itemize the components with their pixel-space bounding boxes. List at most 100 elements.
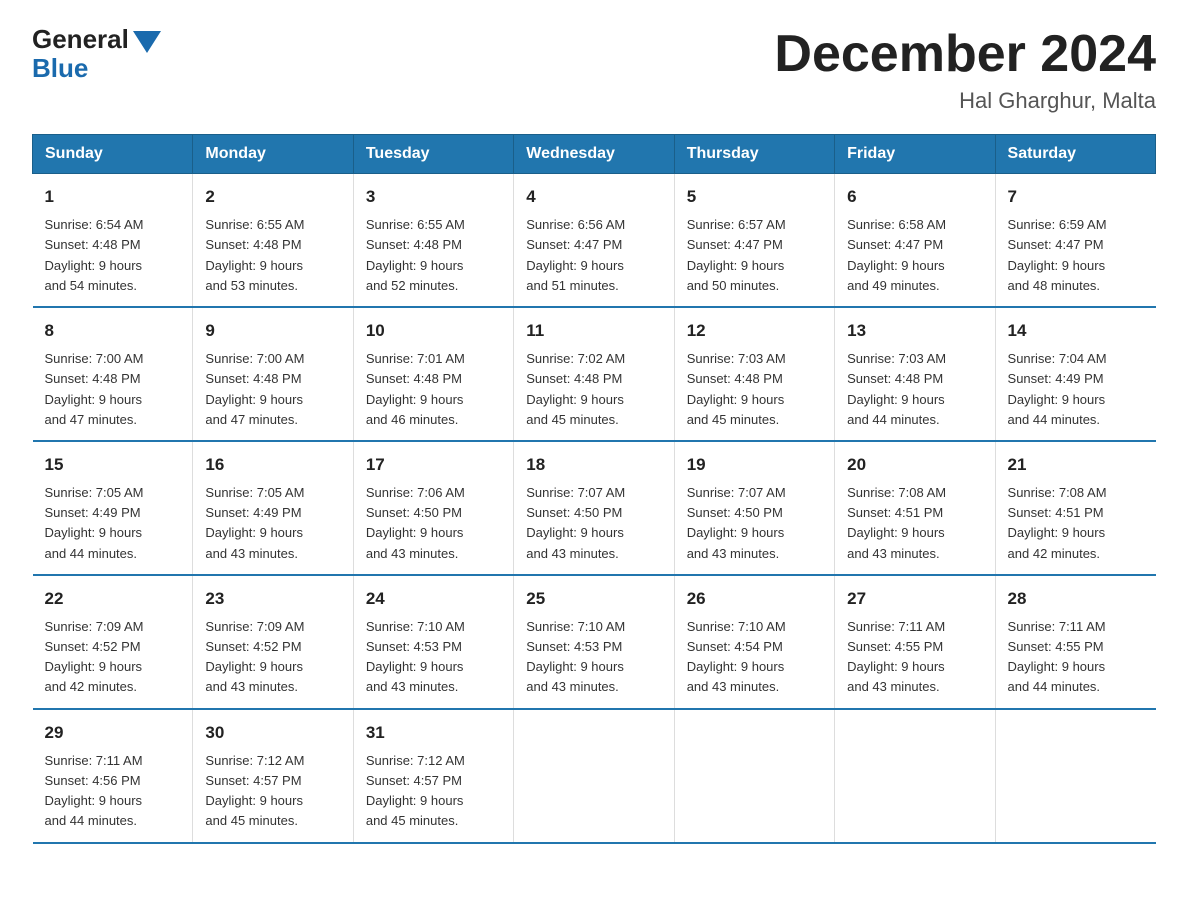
day-info: Sunrise: 7:11 AMSunset: 4:55 PMDaylight:… <box>1008 617 1144 698</box>
day-info: Sunrise: 7:06 AMSunset: 4:50 PMDaylight:… <box>366 483 501 564</box>
day-number: 10 <box>366 318 501 344</box>
calendar-week-row: 29 Sunrise: 7:11 AMSunset: 4:56 PMDayligh… <box>33 709 1156 843</box>
location-subtitle: Hal Gharghur, Malta <box>774 88 1156 114</box>
calendar-cell: 14 Sunrise: 7:04 AMSunset: 4:49 PMDayligh… <box>995 307 1155 441</box>
weekday-header-sunday: Sunday <box>33 135 193 174</box>
calendar-cell <box>514 709 674 843</box>
day-info: Sunrise: 7:09 AMSunset: 4:52 PMDaylight:… <box>45 617 181 698</box>
logo-general-text: General <box>32 24 129 55</box>
day-info: Sunrise: 7:03 AMSunset: 4:48 PMDaylight:… <box>847 349 982 430</box>
day-number: 20 <box>847 452 982 478</box>
logo: General Blue <box>32 24 161 84</box>
calendar-week-row: 15Sunrise: 7:05 AMSunset: 4:49 PMDayligh… <box>33 441 1156 575</box>
calendar-cell: 1 Sunrise: 6:54 AMSunset: 4:48 PMDaylight… <box>33 174 193 307</box>
weekday-header-tuesday: Tuesday <box>353 135 513 174</box>
calendar-cell: 19 Sunrise: 7:07 AMSunset: 4:50 PMDayligh… <box>674 441 834 575</box>
calendar-week-row: 8 Sunrise: 7:00 AMSunset: 4:48 PMDaylight… <box>33 307 1156 441</box>
logo-triangle-icon <box>133 31 161 53</box>
day-info: Sunrise: 6:54 AMSunset: 4:48 PMDaylight:… <box>45 215 181 296</box>
day-info: Sunrise: 6:55 AMSunset: 4:48 PMDaylight:… <box>366 215 501 296</box>
day-info: Sunrise: 7:03 AMSunset: 4:48 PMDaylight:… <box>687 349 822 430</box>
day-info: Sunrise: 7:00 AMSunset: 4:48 PMDaylight:… <box>45 349 181 430</box>
day-number: 7 <box>1008 184 1144 210</box>
day-info: Sunrise: 7:11 AMSunset: 4:56 PMDaylight:… <box>45 751 181 832</box>
day-number: 21 <box>1008 452 1144 478</box>
calendar-cell: 16 Sunrise: 7:05 AMSunset: 4:49 PMDayligh… <box>193 441 353 575</box>
calendar-cell <box>995 709 1155 843</box>
calendar-cell: 8 Sunrise: 7:00 AMSunset: 4:48 PMDaylight… <box>33 307 193 441</box>
calendar-cell: 26 Sunrise: 7:10 AMSunset: 4:54 PMDayligh… <box>674 575 834 709</box>
calendar-cell: 9Sunrise: 7:00 AMSunset: 4:48 PMDaylight… <box>193 307 353 441</box>
day-number: 11 <box>526 318 661 344</box>
day-info: Sunrise: 7:07 AMSunset: 4:50 PMDaylight:… <box>687 483 822 564</box>
calendar-cell <box>674 709 834 843</box>
day-info: Sunrise: 7:01 AMSunset: 4:48 PMDaylight:… <box>366 349 501 430</box>
calendar-cell: 11 Sunrise: 7:02 AMSunset: 4:48 PMDayligh… <box>514 307 674 441</box>
calendar-cell: 29 Sunrise: 7:11 AMSunset: 4:56 PMDayligh… <box>33 709 193 843</box>
weekday-header-wednesday: Wednesday <box>514 135 674 174</box>
day-info: Sunrise: 7:09 AMSunset: 4:52 PMDaylight:… <box>205 617 340 698</box>
day-info: Sunrise: 6:59 AMSunset: 4:47 PMDaylight:… <box>1008 215 1144 296</box>
day-number: 23 <box>205 586 340 612</box>
day-info: Sunrise: 7:10 AMSunset: 4:54 PMDaylight:… <box>687 617 822 698</box>
day-number: 18 <box>526 452 661 478</box>
day-number: 3 <box>366 184 501 210</box>
calendar-cell: 4 Sunrise: 6:56 AMSunset: 4:47 PMDaylight… <box>514 174 674 307</box>
calendar-cell <box>835 709 995 843</box>
calendar-cell: 7 Sunrise: 6:59 AMSunset: 4:47 PMDaylight… <box>995 174 1155 307</box>
day-info: Sunrise: 7:05 AMSunset: 4:49 PMDaylight:… <box>45 483 181 564</box>
day-number: 19 <box>687 452 822 478</box>
calendar-cell: 27 Sunrise: 7:11 AMSunset: 4:55 PMDayligh… <box>835 575 995 709</box>
day-number: 29 <box>45 720 181 746</box>
calendar-cell: 15Sunrise: 7:05 AMSunset: 4:49 PMDayligh… <box>33 441 193 575</box>
calendar-week-row: 1 Sunrise: 6:54 AMSunset: 4:48 PMDaylight… <box>33 174 1156 307</box>
day-info: Sunrise: 7:05 AMSunset: 4:49 PMDaylight:… <box>205 483 340 564</box>
day-info: Sunrise: 7:10 AMSunset: 4:53 PMDaylight:… <box>366 617 501 698</box>
day-number: 31 <box>366 720 501 746</box>
day-number: 17 <box>366 452 501 478</box>
day-number: 12 <box>687 318 822 344</box>
day-info: Sunrise: 7:07 AMSunset: 4:50 PMDaylight:… <box>526 483 661 564</box>
day-number: 27 <box>847 586 982 612</box>
day-info: Sunrise: 6:58 AMSunset: 4:47 PMDaylight:… <box>847 215 982 296</box>
title-block: December 2024 Hal Gharghur, Malta <box>774 24 1156 114</box>
day-number: 26 <box>687 586 822 612</box>
day-number: 16 <box>205 452 340 478</box>
page-header: General Blue December 2024 Hal Gharghur,… <box>32 24 1156 114</box>
calendar-cell: 31 Sunrise: 7:12 AMSunset: 4:57 PMDayligh… <box>353 709 513 843</box>
day-number: 1 <box>45 184 181 210</box>
weekday-header-thursday: Thursday <box>674 135 834 174</box>
calendar-cell: 18 Sunrise: 7:07 AMSunset: 4:50 PMDayligh… <box>514 441 674 575</box>
day-info: Sunrise: 7:11 AMSunset: 4:55 PMDaylight:… <box>847 617 982 698</box>
calendar-cell: 5 Sunrise: 6:57 AMSunset: 4:47 PMDaylight… <box>674 174 834 307</box>
calendar-cell: 28Sunrise: 7:11 AMSunset: 4:55 PMDayligh… <box>995 575 1155 709</box>
calendar-cell: 25 Sunrise: 7:10 AMSunset: 4:53 PMDayligh… <box>514 575 674 709</box>
calendar-cell: 24Sunrise: 7:10 AMSunset: 4:53 PMDayligh… <box>353 575 513 709</box>
calendar-table: SundayMondayTuesdayWednesdayThursdayFrid… <box>32 134 1156 844</box>
calendar-cell: 10 Sunrise: 7:01 AMSunset: 4:48 PMDayligh… <box>353 307 513 441</box>
day-info: Sunrise: 7:02 AMSunset: 4:48 PMDaylight:… <box>526 349 661 430</box>
day-number: 14 <box>1008 318 1144 344</box>
calendar-cell: 12 Sunrise: 7:03 AMSunset: 4:48 PMDayligh… <box>674 307 834 441</box>
day-info: Sunrise: 7:10 AMSunset: 4:53 PMDaylight:… <box>526 617 661 698</box>
calendar-cell: 6Sunrise: 6:58 AMSunset: 4:47 PMDaylight… <box>835 174 995 307</box>
day-number: 5 <box>687 184 822 210</box>
day-info: Sunrise: 7:04 AMSunset: 4:49 PMDaylight:… <box>1008 349 1144 430</box>
day-info: Sunrise: 7:12 AMSunset: 4:57 PMDaylight:… <box>366 751 501 832</box>
day-number: 25 <box>526 586 661 612</box>
day-number: 13 <box>847 318 982 344</box>
calendar-cell: 22 Sunrise: 7:09 AMSunset: 4:52 PMDayligh… <box>33 575 193 709</box>
day-info: Sunrise: 7:08 AMSunset: 4:51 PMDaylight:… <box>1008 483 1144 564</box>
day-info: Sunrise: 6:56 AMSunset: 4:47 PMDaylight:… <box>526 215 661 296</box>
calendar-week-row: 22 Sunrise: 7:09 AMSunset: 4:52 PMDayligh… <box>33 575 1156 709</box>
weekday-header-friday: Friday <box>835 135 995 174</box>
day-info: Sunrise: 6:57 AMSunset: 4:47 PMDaylight:… <box>687 215 822 296</box>
day-number: 22 <box>45 586 181 612</box>
calendar-cell: 2Sunrise: 6:55 AMSunset: 4:48 PMDaylight… <box>193 174 353 307</box>
day-number: 8 <box>45 318 181 344</box>
day-number: 4 <box>526 184 661 210</box>
day-info: Sunrise: 6:55 AMSunset: 4:48 PMDaylight:… <box>205 215 340 296</box>
calendar-cell: 13 Sunrise: 7:03 AMSunset: 4:48 PMDayligh… <box>835 307 995 441</box>
day-info: Sunrise: 7:12 AMSunset: 4:57 PMDaylight:… <box>205 751 340 832</box>
calendar-cell: 23 Sunrise: 7:09 AMSunset: 4:52 PMDayligh… <box>193 575 353 709</box>
